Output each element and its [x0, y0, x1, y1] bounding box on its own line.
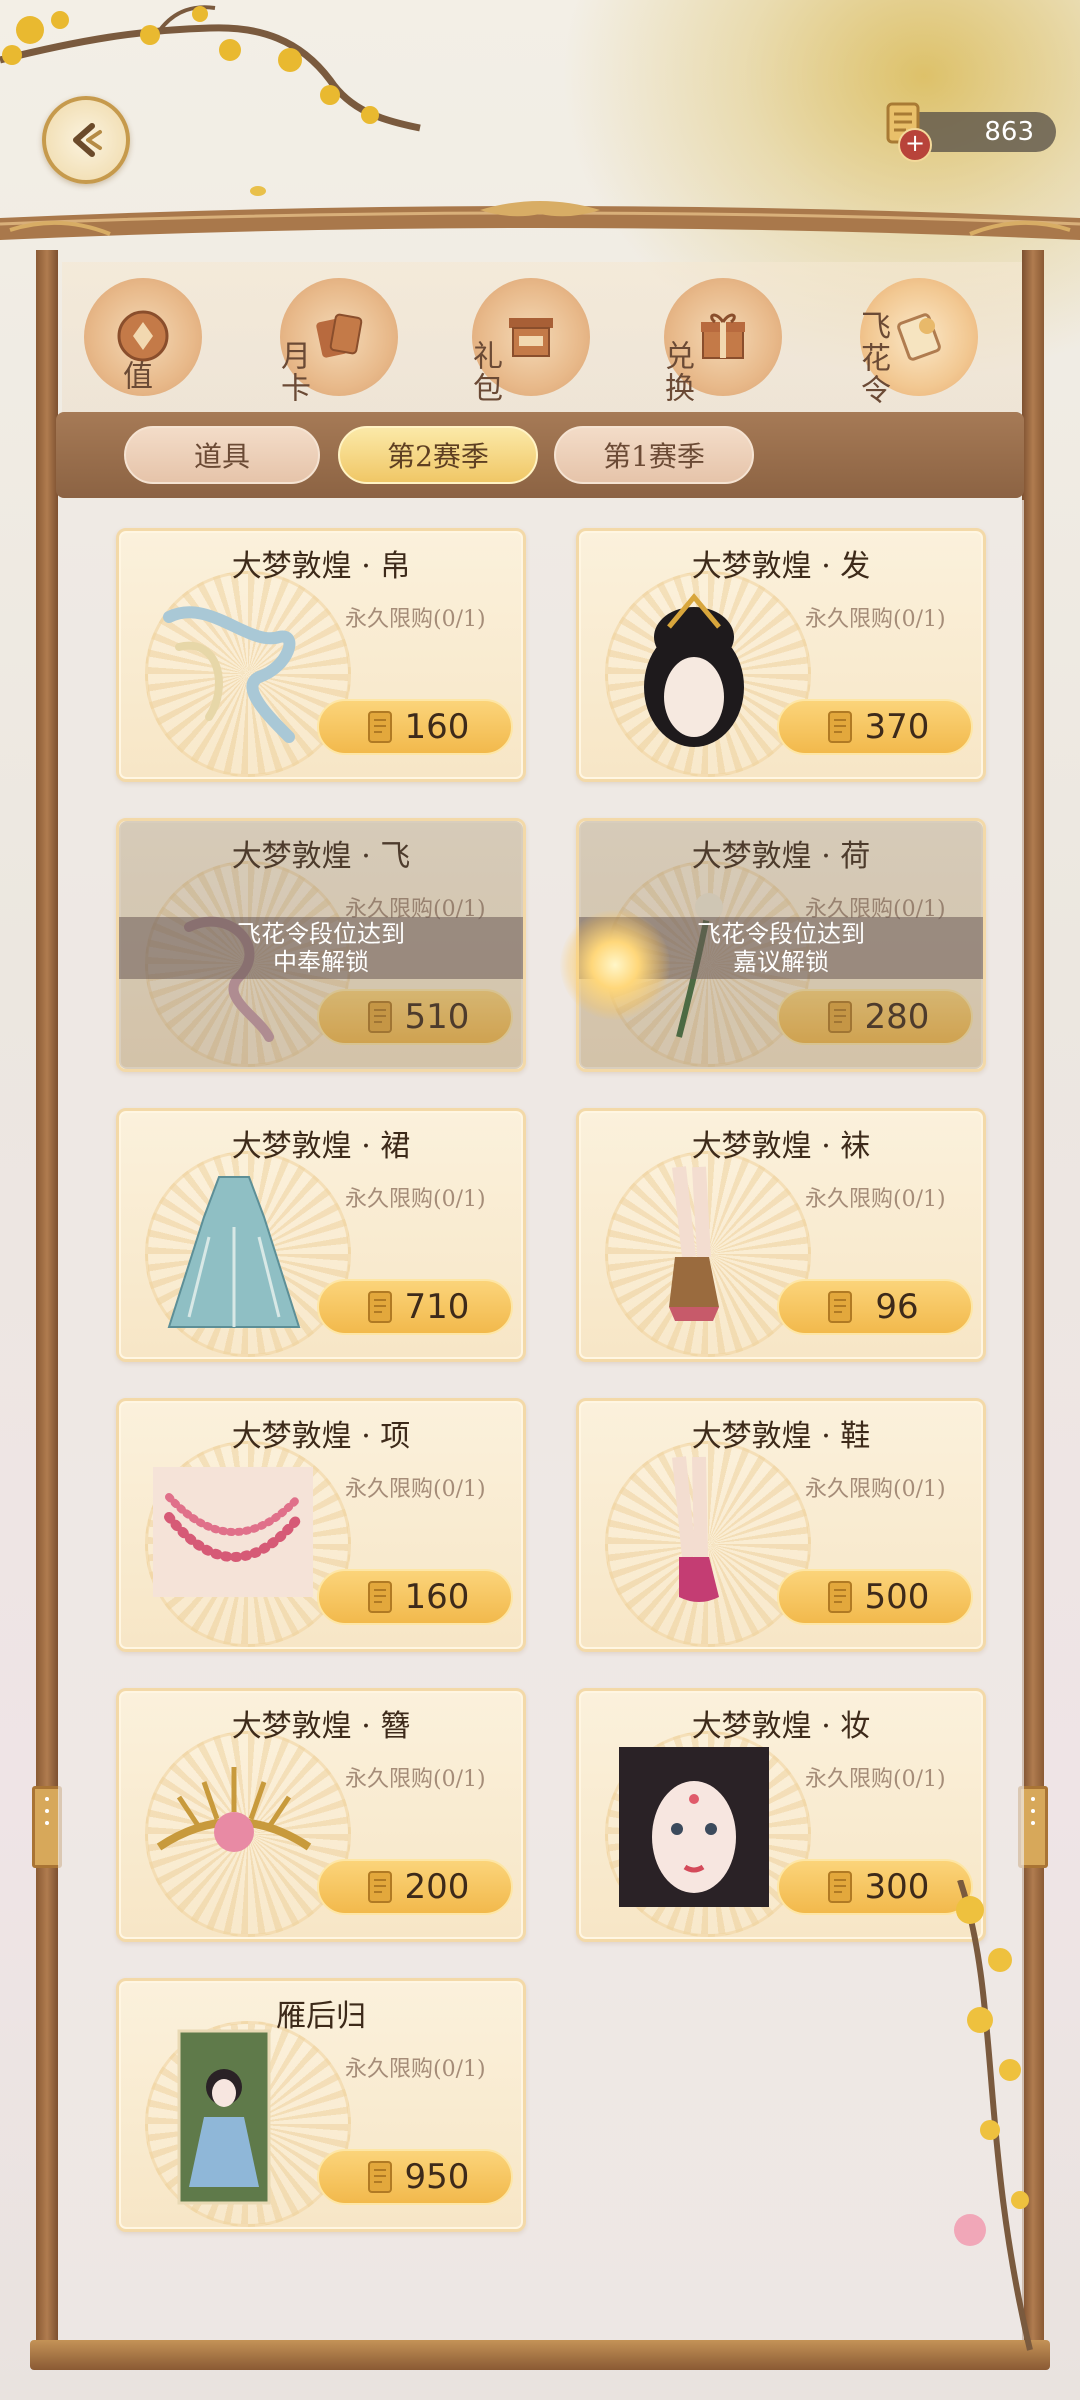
- gift-box-icon: [509, 318, 553, 357]
- nav-label: 飞花令: [855, 310, 890, 406]
- purchase-limit: 永久限购(0/1): [345, 2057, 486, 2082]
- shop-item-card[interactable]: 大梦敦煌 · 妆 永久限购(0/1) 300: [576, 1688, 986, 1942]
- item-name: 大梦敦煌 · 妆: [691, 1709, 871, 1744]
- item-name: 大梦敦煌 · 鞋: [691, 1419, 871, 1454]
- ticket-currency-icon: [368, 2161, 392, 2193]
- purchase-limit: 永久限购(0/1): [805, 1187, 946, 1212]
- nav-label: 值: [117, 360, 152, 392]
- character-card-art: [177, 2029, 271, 2205]
- buy-button[interactable]: 710: [317, 1279, 513, 1335]
- item-name: 大梦敦煌 · 帛: [231, 549, 411, 584]
- socks-art: [669, 1166, 719, 1321]
- unlock-text-line: 飞花令段位达到: [237, 920, 405, 948]
- item-name: 大梦敦煌 · 发: [691, 549, 871, 584]
- ticket-currency-icon: [368, 1581, 392, 1613]
- tab-label: 第2赛季: [387, 440, 489, 473]
- item-name: 大梦敦煌 · 裙: [231, 1129, 411, 1164]
- item-price: 200: [404, 1867, 470, 1907]
- purchase-limit: 永久限购(0/1): [345, 1767, 486, 1792]
- shop-item-card[interactable]: 大梦敦煌 · 帛 永久限购(0/1) 160: [116, 528, 526, 782]
- shop-item-card[interactable]: 大梦敦煌 · 鞋 永久限购(0/1) 500: [576, 1398, 986, 1652]
- item-price: 710: [404, 1287, 470, 1327]
- hairpin-art: [156, 1767, 312, 1852]
- purchase-limit: 永久限购(0/1): [345, 607, 486, 632]
- purchase-limit: 永久限购(0/1): [345, 1187, 486, 1212]
- tab-season-1[interactable]: 第1赛季: [554, 426, 754, 484]
- sparkle-glow-decoration: [560, 910, 670, 1020]
- ticket-currency-icon: [368, 711, 392, 743]
- ticket-currency-icon: [368, 1291, 392, 1323]
- flower-branch-decoration: [954, 1880, 1033, 2351]
- ticket-currency-icon: [828, 1581, 852, 1613]
- unlock-text-line: 嘉议解锁: [733, 948, 829, 976]
- unlock-text-line: 飞花令段位达到: [697, 920, 865, 948]
- ribbon-scarf-art: [163, 606, 296, 743]
- item-price: 160: [404, 707, 470, 747]
- unlock-requirement: 飞花令段位达到 中奉解锁: [119, 917, 523, 979]
- tab-season-2[interactable]: 第2赛季: [338, 426, 538, 484]
- tab-label: 道具: [193, 440, 250, 473]
- buy-button[interactable]: 160: [317, 699, 513, 755]
- dress-art: [167, 1176, 301, 1328]
- back-arrow-icon: [73, 123, 102, 157]
- hairstyle-art: [644, 593, 744, 747]
- item-price: 370: [864, 707, 930, 747]
- item-price: 950: [404, 2157, 470, 2197]
- shop-item-card[interactable]: 大梦敦煌 · 袜 永久限购(0/1) 96: [576, 1108, 986, 1362]
- cards-icon: [316, 313, 363, 358]
- item-name: 大梦敦煌 · 袜: [691, 1129, 871, 1164]
- purchase-limit: 永久限购(0/1): [345, 1477, 486, 1502]
- purchase-limit: 永久限购(0/1): [805, 607, 946, 632]
- currency-amount: 863: [984, 117, 1034, 147]
- nav-label: 兑换: [659, 340, 694, 404]
- coin-icon: [117, 310, 169, 362]
- item-price: 96: [875, 1287, 919, 1327]
- shop-item-card[interactable]: 雁后归 永久限购(0/1) 950: [116, 1978, 526, 2232]
- ticket-currency-icon: [368, 1871, 392, 1903]
- item-name: 大梦敦煌 · 簪: [231, 1709, 411, 1744]
- present-icon: [701, 313, 745, 359]
- makeup-portrait-art: [619, 1747, 769, 1907]
- buy-button[interactable]: 500: [777, 1569, 973, 1625]
- shop-item-card-locked[interactable]: 大梦敦煌 · 飞 永久限购(0/1) 510 飞花令段位达到 中奉解锁: [116, 818, 526, 1072]
- shop-item-card[interactable]: 大梦敦煌 · 簪 永久限购(0/1) 200: [116, 1688, 526, 1942]
- tab-props[interactable]: 道具: [124, 426, 320, 484]
- ticket-currency-icon: [828, 711, 852, 743]
- buy-button[interactable]: 160: [317, 1569, 513, 1625]
- shop-item-card[interactable]: 大梦敦煌 · 发 永久限购(0/1) 370: [576, 528, 986, 782]
- shop-item-card[interactable]: 大梦敦煌 · 项 永久限购(0/1) 160: [116, 1398, 526, 1652]
- petal-decoration: [250, 186, 266, 196]
- nav-label: 月卡: [275, 340, 310, 404]
- shoes-art: [672, 1456, 719, 1602]
- scroll-icon: [897, 313, 941, 361]
- add-currency-button[interactable]: +: [898, 128, 932, 162]
- buy-button[interactable]: 950: [317, 2149, 513, 2205]
- buy-button[interactable]: 96: [777, 1279, 973, 1335]
- item-price: 500: [864, 1577, 930, 1617]
- frame-bottom-beam: [30, 2340, 1050, 2370]
- ticket-currency-icon: [828, 1871, 852, 1903]
- buy-button[interactable]: 370: [777, 699, 973, 755]
- necklace-art: [153, 1467, 313, 1597]
- purchase-limit: 永久限购(0/1): [805, 1767, 946, 1792]
- tab-label: 第1赛季: [603, 440, 705, 473]
- purchase-limit: 永久限购(0/1): [805, 1477, 946, 1502]
- roof-frame-decoration: [0, 201, 1080, 240]
- buy-button[interactable]: 200: [317, 1859, 513, 1915]
- item-price: 160: [404, 1577, 470, 1617]
- back-button[interactable]: [42, 96, 130, 184]
- item-name: 雁后归: [276, 1999, 366, 2034]
- item-name: 大梦敦煌 · 项: [231, 1419, 411, 1454]
- shop-item-card[interactable]: 大梦敦煌 · 裙 永久限购(0/1) 710: [116, 1108, 526, 1362]
- nav-label: 礼包: [467, 340, 502, 404]
- frame-post-left: [36, 250, 58, 2360]
- unlock-text-line: 中奉解锁: [273, 948, 369, 976]
- ticket-currency-icon: [828, 1291, 852, 1323]
